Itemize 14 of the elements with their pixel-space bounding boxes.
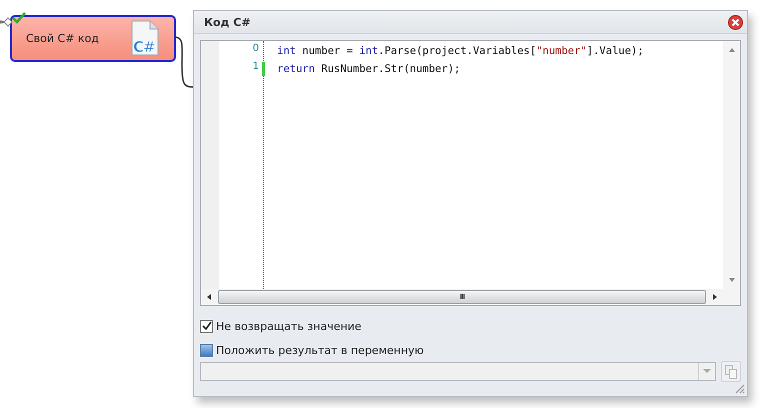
line-number: 0	[252, 42, 260, 56]
resize-grip-icon[interactable]	[734, 383, 745, 394]
close-button[interactable]	[728, 14, 743, 30]
copy-button[interactable]	[721, 361, 741, 382]
code-line: return RusNumber.Str(number);	[277, 62, 462, 77]
code-line: int number = int.Parse(project.Variables["number"].Value);	[277, 44, 644, 59]
option-checkbox[interactable]: Не возвращать значение	[200, 318, 362, 334]
action-node[interactable]: Свой C# код C#	[10, 15, 176, 62]
option-checkbox[interactable]: Положить результат в переменную	[200, 342, 424, 358]
node-title: Свой C# код	[26, 32, 99, 45]
connector-icon[interactable]	[0, 17, 14, 27]
dialog-title: Код C#	[204, 16, 251, 28]
checkmark-icon	[202, 321, 212, 331]
line-number: 1	[219, 60, 263, 78]
